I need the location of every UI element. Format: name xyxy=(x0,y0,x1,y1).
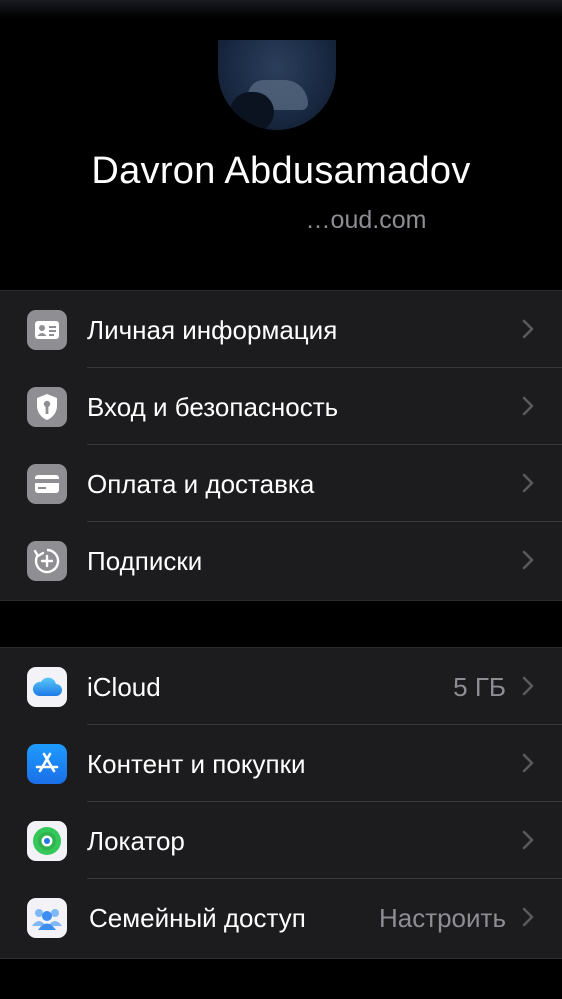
chevron-right-icon xyxy=(522,319,534,339)
chevron-right-icon xyxy=(522,473,534,493)
find-my-icon xyxy=(27,821,67,861)
row-label: Контент и покупки xyxy=(87,749,306,779)
family-sharing-icon xyxy=(27,898,67,938)
setup-value: Настроить xyxy=(378,903,506,933)
row-label: Локатор xyxy=(87,826,185,856)
icloud-icon xyxy=(27,667,67,707)
row-subscriptions[interactable]: Подписки xyxy=(0,522,562,599)
user-email-text: …oud.com xyxy=(305,206,427,234)
credit-card-icon xyxy=(27,464,67,504)
services-group: iCloud 5 ГБ Контент и покупки Локатор Се… xyxy=(0,647,562,959)
user-name: Davron Abdusamadov xyxy=(91,150,471,192)
chevron-right-icon xyxy=(522,830,534,850)
row-label: Подписки xyxy=(87,546,203,576)
row-label: Семейный доступ xyxy=(89,903,306,933)
profile-header: Davron Abdusamadov …oud.com xyxy=(0,0,562,290)
row-find-my[interactable]: Локатор xyxy=(0,802,562,879)
chevron-right-icon xyxy=(522,396,534,416)
shield-key-icon xyxy=(27,387,67,427)
app-store-icon xyxy=(27,744,67,784)
row-label: iCloud xyxy=(87,672,161,702)
row-family-sharing[interactable]: Семейный доступ Настроить xyxy=(0,879,562,956)
chevron-right-icon xyxy=(522,907,534,927)
avatar[interactable] xyxy=(218,40,336,130)
chevron-right-icon xyxy=(522,676,534,696)
row-label: Оплата и доставка xyxy=(87,469,315,499)
subscriptions-icon xyxy=(27,541,67,581)
row-payment-shipping[interactable]: Оплата и доставка xyxy=(0,445,562,522)
storage-value: 5 ГБ xyxy=(453,672,506,702)
row-label: Личная информация xyxy=(87,315,338,345)
avatar-photo-shadow xyxy=(230,92,274,130)
row-sign-in-security[interactable]: Вход и безопасность xyxy=(0,368,562,445)
row-icloud[interactable]: iCloud 5 ГБ xyxy=(0,648,562,725)
account-settings-group: Личная информация Вход и безопасность Оп… xyxy=(0,290,562,601)
chevron-right-icon xyxy=(522,753,534,773)
status-bar-area xyxy=(0,0,562,18)
row-label: Вход и безопасность xyxy=(87,392,339,422)
chevron-right-icon xyxy=(522,550,534,570)
user-email: …oud.com xyxy=(0,206,562,235)
id-card-icon xyxy=(27,310,67,350)
row-personal-info[interactable]: Личная информация xyxy=(0,291,562,368)
row-media-purchases[interactable]: Контент и покупки xyxy=(0,725,562,802)
